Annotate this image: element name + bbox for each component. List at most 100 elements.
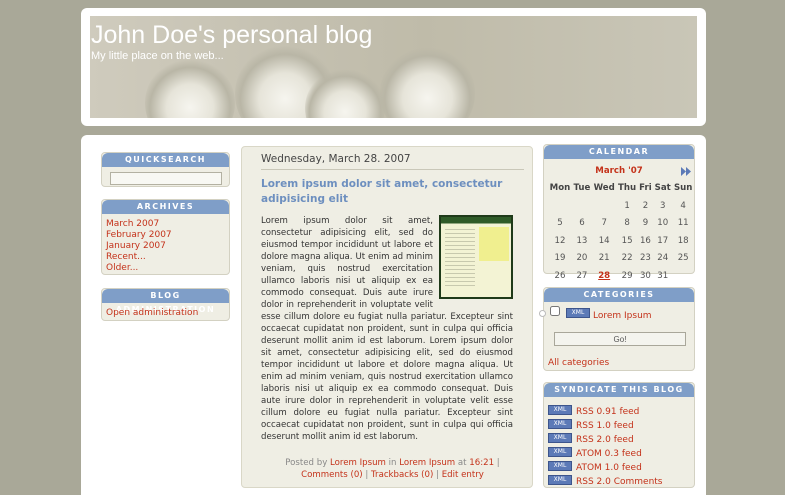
quicksearch-box: QUICKSEARCH bbox=[101, 152, 230, 187]
feed-item: XML ATOM 0.3 feed bbox=[548, 444, 663, 459]
calendar-day-11: 11 bbox=[677, 218, 689, 229]
calendar-day-header: Sun bbox=[673, 183, 693, 193]
banner-flower-image bbox=[380, 46, 475, 118]
double-chevron-right-icon[interactable] bbox=[680, 166, 692, 177]
category-checkbox[interactable] bbox=[550, 306, 560, 316]
trackbacks-link[interactable]: Trackbacks (0) bbox=[371, 470, 433, 480]
calendar-grid: Mon Tue Wed Thu Fri Sat Sun 1 2 3 4 5 6 7 8 9 10 11 12 13 1… bbox=[548, 179, 694, 285]
calendar-day-27: 27 bbox=[576, 270, 588, 281]
comments-link[interactable]: Comments (0) bbox=[301, 470, 363, 480]
calendar-day-21: 21 bbox=[598, 253, 610, 264]
in-label: in bbox=[388, 458, 397, 468]
edit-entry-link[interactable]: Edit entry bbox=[442, 470, 484, 480]
calendar-day-20: 20 bbox=[576, 253, 588, 264]
feed-item: XML RSS 0.91 feed bbox=[548, 402, 663, 417]
all-categories-link[interactable]: All categories bbox=[548, 358, 609, 369]
archive-link-january-2007[interactable]: January 2007 bbox=[106, 241, 172, 252]
calendar-day-14: 14 bbox=[598, 235, 610, 246]
calendar-box: CALENDAR March '07 Mon Tue Wed Thu Fri Sat Sun… bbox=[543, 144, 695, 281]
calendar-day-3: 3 bbox=[659, 200, 666, 211]
calendar-day-10: 10 bbox=[657, 218, 669, 229]
blog-admin-box: BLOG ADMINISTRATION Open administration bbox=[101, 288, 230, 321]
calendar-day-header: Sat bbox=[654, 183, 671, 193]
feed-item: XML RSS 2.0 Comments bbox=[548, 472, 663, 487]
calendar-week-row: 5 6 7 8 9 10 11 bbox=[548, 215, 694, 233]
calendar-title: CALENDAR bbox=[544, 145, 694, 159]
archives-title: ARCHIVES bbox=[102, 200, 229, 214]
calendar-day-8: 8 bbox=[624, 218, 630, 229]
entry-thumbnail-image[interactable] bbox=[439, 215, 513, 299]
calendar-day-6: 6 bbox=[579, 218, 585, 229]
syndicate-title: SYNDICATE THIS BLOG bbox=[544, 383, 694, 397]
calendar-day-header: Tue bbox=[573, 183, 591, 193]
category-link[interactable]: Lorem Ipsum bbox=[399, 458, 455, 468]
categories-title: CATEGORIES bbox=[544, 288, 694, 302]
at-label: at bbox=[457, 458, 467, 468]
entry-time-link[interactable]: 16:21 bbox=[469, 458, 494, 468]
header-banner: John Doe's personal blog My little place… bbox=[90, 16, 697, 118]
category-xml-icon[interactable]: XML bbox=[566, 308, 590, 318]
entry-date: Wednesday, March 28. 2007 bbox=[261, 153, 411, 165]
author-link[interactable]: Lorem Ipsum bbox=[330, 458, 386, 468]
xml-feed-icon[interactable]: XML bbox=[548, 404, 572, 415]
category-lorem-ipsum-link[interactable]: Lorem Ipsum bbox=[593, 311, 652, 322]
calendar-day-31: 31 bbox=[657, 270, 669, 281]
calendar-week-row: 1 23 4 bbox=[548, 197, 694, 215]
blog-title[interactable]: John Doe's personal blog bbox=[91, 21, 372, 50]
calendar-day-4: 4 bbox=[680, 200, 686, 211]
category-radio[interactable] bbox=[539, 310, 546, 317]
calendar-day-12: 12 bbox=[554, 235, 566, 246]
calendar-day-24: 24 bbox=[657, 253, 669, 264]
feed-item: XML RSS 1.0 feed bbox=[548, 416, 663, 431]
xml-feed-icon[interactable]: XML bbox=[548, 418, 572, 429]
calendar-month: March '07 bbox=[595, 166, 643, 176]
calendar-day-18: 18 bbox=[677, 235, 689, 246]
entry-body: Lorem ipsum dolor sit amet, consectetur … bbox=[261, 215, 513, 443]
calendar-empty-cell bbox=[572, 197, 592, 215]
calendar-day-17: 17 bbox=[657, 235, 669, 246]
category-go-button[interactable]: Go! bbox=[554, 332, 686, 346]
calendar-week-row: 26 27 28 29 30 31 bbox=[548, 267, 694, 285]
header-frame: John Doe's personal blog My little place… bbox=[81, 8, 706, 126]
blog-entry: Wednesday, March 28. 2007 Lorem ipsum do… bbox=[241, 146, 533, 488]
quicksearch-input[interactable] bbox=[110, 172, 222, 185]
calendar-day-23: 23 bbox=[639, 253, 651, 264]
calendar-day-13: 13 bbox=[576, 235, 588, 246]
calendar-day-19: 19 bbox=[554, 253, 566, 264]
calendar-week-row: 12 13 14 15 16 17 18 bbox=[548, 232, 694, 250]
calendar-day-1: 1 bbox=[624, 200, 630, 211]
xml-feed-icon[interactable]: XML bbox=[548, 474, 572, 485]
blog-description: My little place on the web... bbox=[91, 50, 224, 62]
entry-footer: Posted by Lorem Ipsum in Lorem Ipsum at … bbox=[261, 457, 524, 481]
separator: | bbox=[436, 470, 439, 480]
feed-item: XML RSS 2.0 feed bbox=[548, 430, 663, 445]
calendar-empty-cell bbox=[548, 197, 572, 215]
date-divider bbox=[261, 169, 524, 170]
calendar-day-2: 2 bbox=[642, 200, 649, 211]
archives-list: March 2007 February 2007 January 2007 Re… bbox=[106, 219, 172, 274]
calendar-day-header: Fri bbox=[639, 183, 652, 193]
calendar-day-5: 5 bbox=[557, 218, 563, 229]
open-administration-link[interactable]: Open administration bbox=[106, 308, 198, 319]
calendar-empty-cell bbox=[672, 267, 694, 285]
calendar-day-header: Mon bbox=[549, 183, 571, 193]
calendar-day-30: 30 bbox=[639, 270, 651, 281]
archives-box: ARCHIVES March 2007 February 2007 Januar… bbox=[101, 199, 230, 275]
quicksearch-title: QUICKSEARCH bbox=[102, 153, 229, 167]
xml-feed-icon[interactable]: XML bbox=[548, 432, 572, 443]
calendar-day-16: 16 bbox=[639, 235, 651, 246]
xml-feed-icon[interactable]: XML bbox=[548, 446, 572, 457]
calendar-week-row: 19 20 21 22 23 24 25 bbox=[548, 250, 694, 268]
archive-link-older[interactable]: Older... bbox=[106, 263, 172, 274]
banner-flower-image bbox=[145, 58, 235, 118]
calendar-day-22: 22 bbox=[621, 253, 633, 264]
archive-link-recent[interactable]: Recent... bbox=[106, 252, 172, 263]
categories-box: CATEGORIES XML Lorem Ipsum Go! All categ… bbox=[539, 287, 695, 371]
calendar-day-28[interactable]: 28 bbox=[592, 267, 617, 285]
archive-link-march-2007[interactable]: March 2007 bbox=[106, 219, 172, 230]
archive-link-february-2007[interactable]: February 2007 bbox=[106, 230, 172, 241]
entry-title[interactable]: Lorem ipsum dolor sit amet, consectetur … bbox=[261, 177, 521, 207]
calendar-day-15: 15 bbox=[621, 235, 633, 246]
xml-feed-icon[interactable]: XML bbox=[548, 460, 572, 471]
feed-list: XML RSS 0.91 feed XML RSS 1.0 feed XML RSS 2.… bbox=[548, 402, 663, 487]
